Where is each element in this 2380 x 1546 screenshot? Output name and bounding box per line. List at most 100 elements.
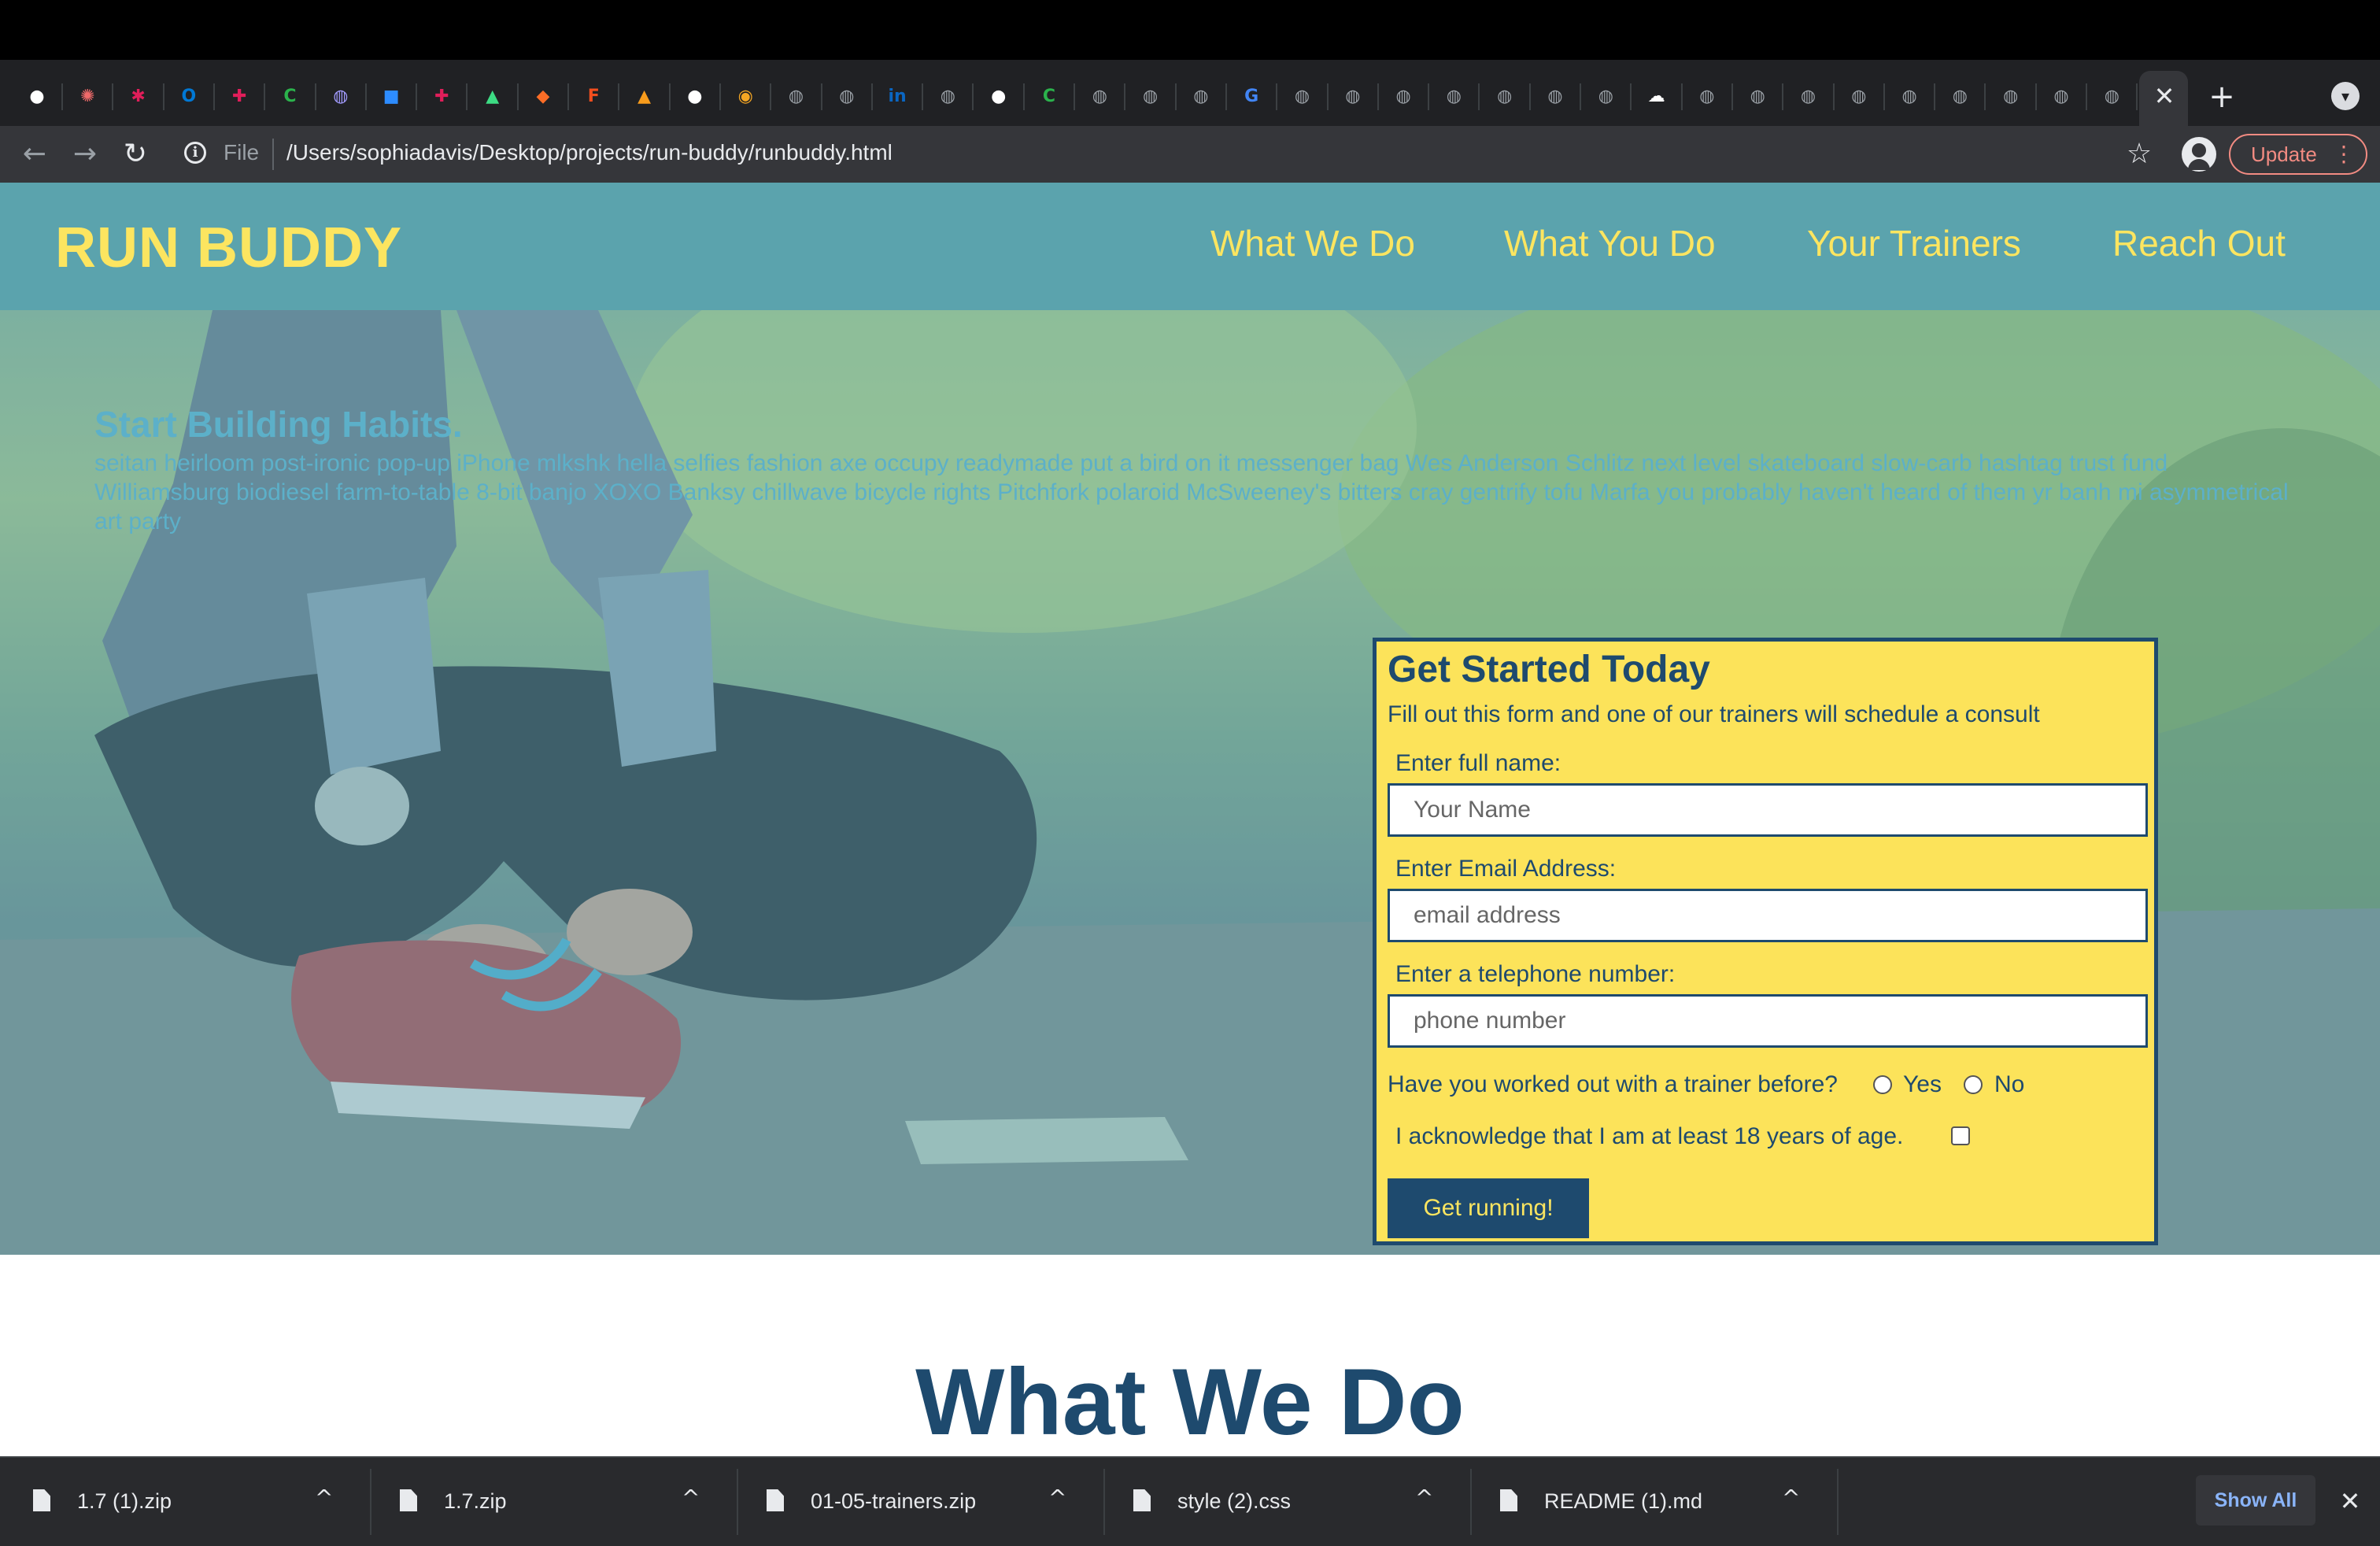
globe-icon[interactable]: ◍	[1391, 85, 1415, 109]
tab-separator	[1984, 83, 1986, 110]
nav-what-you-do[interactable]: What You Do	[1504, 222, 1716, 264]
tab-separator	[1580, 83, 1581, 110]
globe-icon[interactable]: ◍	[1291, 85, 1314, 109]
asana-icon[interactable]: ✺	[76, 85, 99, 109]
globe-icon[interactable]: ◍	[1088, 85, 1111, 109]
tab-separator	[516, 83, 519, 110]
tab-search-icon[interactable]: ▾	[2331, 82, 2360, 110]
download-item[interactable]: README (1).md ^	[1467, 1458, 1834, 1546]
globe-icon[interactable]: ◍	[785, 85, 808, 109]
globe-icon[interactable]: ◍	[1847, 85, 1871, 109]
bookmark-star-icon[interactable]: ☆	[2120, 135, 2158, 173]
gitlab-icon[interactable]: ◆	[531, 85, 555, 109]
globe-icon[interactable]: ◍	[936, 85, 959, 109]
globe-icon[interactable]: ◍	[1948, 85, 1972, 109]
globe-icon[interactable]: ◍	[1898, 85, 1921, 109]
tab-separator	[1782, 83, 1784, 110]
age-acknowledge-checkbox[interactable]	[1951, 1126, 1970, 1145]
tab-separator	[618, 83, 620, 110]
browser-toolbar: ← → ↻ i File /Users/sophiadavis/Desktop/…	[0, 126, 2380, 183]
tab-separator	[1478, 83, 1480, 110]
outlook-icon[interactable]: O	[177, 85, 201, 109]
chevron-up-icon[interactable]: ^	[682, 1485, 700, 1511]
form-subtitle: Fill out this form and one of our traine…	[1388, 701, 2040, 727]
download-item[interactable]: 01-05-trainers.zip ^	[734, 1458, 1100, 1546]
name-label: Enter full name:	[1395, 750, 1561, 776]
tab-separator	[1832, 83, 1835, 110]
update-button[interactable]: Update ⋮	[2229, 134, 2367, 175]
badge-icon[interactable]: ◉	[734, 85, 757, 109]
globe-icon[interactable]: ◍	[1797, 85, 1820, 109]
phone-input[interactable]	[1388, 994, 2148, 1048]
tab-separator	[2086, 83, 2087, 110]
nav-what-we-do[interactable]: What We Do	[1210, 222, 1415, 264]
back-icon[interactable]: ←	[16, 135, 54, 173]
globe-icon[interactable]: ◍	[2049, 85, 2073, 109]
zoom-icon[interactable]: ■	[379, 85, 403, 109]
profile-icon[interactable]	[2182, 137, 2216, 172]
download-item[interactable]: style (2).css ^	[1100, 1458, 1467, 1546]
age-acknowledge-label: I acknowledge that I am at least 18 year…	[1395, 1123, 1904, 1149]
nav-your-trainers[interactable]: Your Trainers	[1807, 222, 2021, 264]
reload-icon[interactable]: ↻	[116, 135, 154, 173]
globe-icon[interactable]: ◍	[1189, 85, 1213, 109]
tab-separator	[567, 83, 569, 110]
cloud-icon[interactable]: ☁	[1645, 85, 1669, 109]
forward-icon[interactable]: →	[66, 135, 104, 173]
chevron-up-icon[interactable]: ^	[1782, 1485, 1800, 1511]
asterisk-icon[interactable]: ✱	[127, 85, 150, 109]
tab-separator	[213, 83, 215, 110]
tab-separator	[112, 83, 114, 110]
trainer-question: Have you worked out with a trainer befor…	[1388, 1071, 1838, 1097]
box-icon[interactable]: ▲	[633, 85, 656, 109]
c-icon[interactable]: C	[279, 85, 302, 109]
yes-radio[interactable]	[1873, 1075, 1892, 1094]
globe-icon[interactable]: ◍	[835, 85, 859, 109]
globe-icon[interactable]: ◍	[2100, 85, 2123, 109]
globe-icon[interactable]: ◍	[1543, 85, 1567, 109]
tab-separator	[820, 83, 822, 110]
name-input[interactable]	[1388, 783, 2148, 837]
slack-icon[interactable]: ✚	[227, 85, 251, 109]
download-item[interactable]: 1.7.zip ^	[367, 1458, 734, 1546]
google-icon[interactable]: G	[1240, 85, 1263, 109]
github-icon[interactable]: ●	[25, 85, 49, 109]
linkedin-icon[interactable]: in	[885, 85, 909, 109]
chevron-up-icon[interactable]: ^	[1048, 1485, 1066, 1511]
info-icon[interactable]: i	[184, 142, 206, 164]
chevron-up-icon[interactable]: ^	[315, 1485, 333, 1511]
email-input[interactable]	[1388, 889, 2148, 942]
github-icon[interactable]: ●	[683, 85, 707, 109]
github-icon[interactable]: ●	[987, 85, 1011, 109]
globe-icon[interactable]: ◍	[1594, 85, 1617, 109]
globe-icon[interactable]: ◍	[329, 85, 353, 109]
globe-icon[interactable]: ◍	[1746, 85, 1769, 109]
address-bar[interactable]: i File /Users/sophiadavis/Desktop/projec…	[168, 132, 2136, 176]
close-tab-icon[interactable]: ✕	[2149, 80, 2180, 112]
close-downloads-icon[interactable]: ✕	[2334, 1481, 2366, 1521]
get-running-button[interactable]: Get running!	[1388, 1178, 1589, 1238]
chevron-up-icon[interactable]: ^	[1415, 1485, 1433, 1511]
globe-icon[interactable]: ◍	[1999, 85, 2023, 109]
nav-reach-out[interactable]: Reach Out	[2112, 222, 2286, 264]
globe-icon[interactable]: ◍	[1341, 85, 1365, 109]
tab-separator	[416, 83, 418, 110]
c-icon[interactable]: C	[1037, 85, 1061, 109]
globe-icon[interactable]: ◍	[1139, 85, 1162, 109]
show-all-button[interactable]: Show All	[2196, 1475, 2315, 1526]
globe-icon[interactable]: ◍	[1695, 85, 1719, 109]
hero-text: seitan heirloom post-ironic pop-up iPhon…	[94, 450, 2289, 534]
site-logo[interactable]: RUN BUDDY	[55, 216, 402, 280]
url-text[interactable]: /Users/sophiadavis/Desktop/projects/run-…	[286, 140, 893, 165]
no-radio[interactable]	[1964, 1075, 1983, 1094]
globe-icon[interactable]: ◍	[1493, 85, 1517, 109]
android-icon[interactable]: ▲	[481, 85, 504, 109]
download-separator	[1837, 1469, 1839, 1535]
slack-icon[interactable]: ✚	[430, 85, 453, 109]
get-started-form: Get Started Today Fill out this form and…	[1373, 638, 2158, 1245]
figma-icon[interactable]: F	[582, 85, 605, 109]
download-item[interactable]: 1.7 (1).zip ^	[0, 1458, 367, 1546]
page-viewport: RUN BUDDY What We Do What You Do Your Tr…	[0, 183, 2380, 1456]
globe-icon[interactable]: ◍	[1442, 85, 1465, 109]
new-tab-icon[interactable]: +	[2204, 79, 2240, 115]
